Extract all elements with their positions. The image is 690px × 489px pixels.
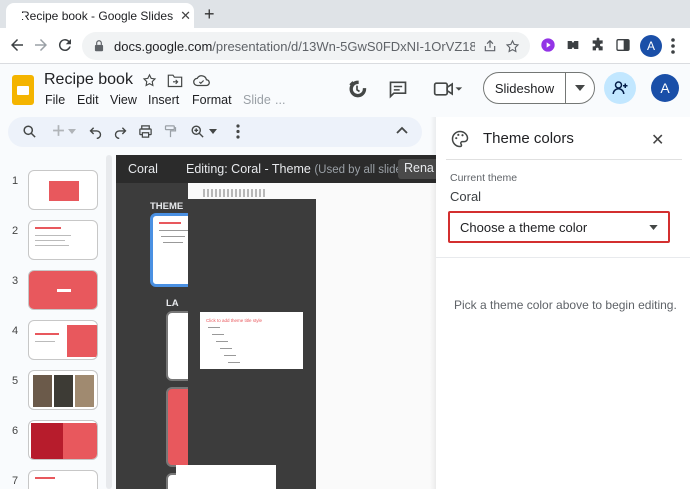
panel-title: Theme colors bbox=[483, 130, 574, 147]
slide-thumbnail-6[interactable] bbox=[28, 420, 98, 460]
side-panel-icon[interactable] bbox=[615, 37, 631, 53]
reload-icon[interactable] bbox=[56, 36, 74, 54]
slides-header: Recipe book File Edit View Insert Format… bbox=[0, 65, 690, 111]
puzzle-extensions-icon[interactable] bbox=[590, 37, 606, 53]
search-menus-icon[interactable] bbox=[22, 124, 37, 139]
menu-insert[interactable]: Insert bbox=[148, 93, 179, 107]
master-slide-preview[interactable]: Click to add theme title style bbox=[200, 312, 303, 369]
redo-icon[interactable] bbox=[113, 124, 128, 139]
editing-title: Editing: Coral - Theme bbox=[186, 162, 311, 176]
new-slide-icon[interactable] bbox=[52, 124, 65, 137]
slideshow-label[interactable]: Slideshow bbox=[484, 73, 566, 103]
current-theme-label: Current theme bbox=[450, 172, 518, 184]
close-panel-icon[interactable]: ✕ bbox=[651, 130, 664, 150]
used-by-label: (Used by all slides) bbox=[314, 164, 412, 176]
dropdown-arrow-icon bbox=[649, 224, 658, 230]
slide-number: 3 bbox=[12, 275, 19, 287]
version-history-icon[interactable] bbox=[347, 79, 367, 99]
add-person-icon bbox=[612, 81, 628, 95]
close-tab-icon[interactable]: ✕ bbox=[180, 8, 191, 24]
menu-slide[interactable]: Slide bbox=[243, 93, 271, 107]
slides-logo-icon[interactable] bbox=[12, 75, 34, 105]
bookmark-star-icon[interactable] bbox=[505, 39, 520, 54]
current-theme-value: Coral bbox=[450, 189, 482, 204]
filmstrip-scrollbar[interactable] bbox=[106, 155, 112, 489]
print-icon[interactable] bbox=[138, 124, 153, 139]
theme-color-select-value: Choose a theme color bbox=[460, 219, 588, 235]
layouts-section-label: LA bbox=[166, 298, 179, 309]
collapse-menus-icon[interactable] bbox=[396, 126, 408, 134]
browser-toolbar: docs.google.com/presentation/d/13Wn-5GwS… bbox=[0, 28, 690, 64]
document-title[interactable]: Recipe book bbox=[44, 71, 133, 89]
url-text: docs.google.com/presentation/d/13Wn-5GwS… bbox=[114, 39, 475, 54]
menu-more[interactable]: ... bbox=[275, 93, 285, 107]
slideshow-button[interactable]: Slideshow bbox=[483, 72, 595, 104]
slideshow-dropdown-icon[interactable] bbox=[566, 73, 594, 103]
menu-format[interactable]: Format bbox=[192, 93, 232, 107]
slide-thumbnail-4[interactable] bbox=[28, 320, 98, 360]
user-avatar[interactable]: A bbox=[651, 74, 679, 102]
browser-menu-icon[interactable] bbox=[670, 37, 676, 55]
menu-file[interactable]: File bbox=[45, 93, 65, 107]
tab-title: Recipe book - Google Slides bbox=[21, 8, 174, 23]
theme-builder-header: Coral Editing: Coral - Theme (Used by al… bbox=[116, 155, 436, 183]
share-button[interactable] bbox=[604, 72, 636, 104]
extension-purple-icon[interactable] bbox=[540, 37, 556, 53]
panel-divider-2 bbox=[436, 257, 690, 258]
paint-format-icon[interactable] bbox=[163, 124, 178, 139]
new-tab-button[interactable]: + bbox=[204, 4, 215, 25]
url-host: docs.google.com bbox=[114, 38, 213, 54]
theme-section-label: THEME bbox=[150, 201, 184, 212]
menu-edit[interactable]: Edit bbox=[77, 93, 99, 107]
editing-toolbar bbox=[8, 117, 422, 147]
slide-thumbnail-3[interactable] bbox=[28, 270, 98, 310]
browser-profile-avatar[interactable]: A bbox=[640, 35, 662, 57]
star-icon[interactable] bbox=[142, 73, 157, 88]
slide-thumbnail-1[interactable] bbox=[28, 170, 98, 210]
share-page-icon[interactable] bbox=[483, 39, 497, 53]
browser-tab-bar: Recipe book - Google Slides ✕ + bbox=[0, 0, 690, 28]
forward-arrow-icon[interactable] bbox=[32, 36, 50, 54]
slide-thumbnail-2[interactable] bbox=[28, 220, 98, 260]
zoom-dropdown-icon[interactable] bbox=[209, 129, 217, 134]
cloud-saved-icon[interactable] bbox=[193, 73, 210, 88]
meet-camera-icon[interactable] bbox=[432, 79, 464, 99]
comments-icon[interactable] bbox=[388, 79, 408, 99]
slide-number: 1 bbox=[12, 175, 19, 187]
more-options-icon[interactable] bbox=[236, 124, 240, 139]
site-info-icon[interactable] bbox=[92, 39, 106, 53]
slide-number: 6 bbox=[12, 425, 19, 437]
url-path: /presentation/d/13Wn-5GwS0FDxNI-1OrVZ18G… bbox=[212, 38, 475, 54]
overlay-edge bbox=[276, 465, 316, 489]
theme-builder: Coral Editing: Coral - Theme (Used by al… bbox=[116, 155, 436, 489]
undo-icon[interactable] bbox=[88, 124, 103, 139]
menu-view[interactable]: View bbox=[110, 93, 137, 107]
theme-colors-panel: Theme colors ✕ Current theme Coral Choos… bbox=[436, 117, 690, 489]
extension-icon[interactable] bbox=[565, 37, 581, 53]
slide-number: 2 bbox=[12, 225, 19, 237]
new-slide-dropdown-icon[interactable] bbox=[68, 129, 76, 134]
theme-color-select[interactable]: Choose a theme color bbox=[448, 211, 670, 243]
browser-tab[interactable]: Recipe book - Google Slides ✕ bbox=[6, 3, 194, 28]
panel-hint-text: Pick a theme color above to begin editin… bbox=[454, 298, 677, 312]
ruler-ticks bbox=[203, 189, 265, 197]
zoom-icon[interactable] bbox=[190, 124, 205, 139]
slide-number: 5 bbox=[12, 375, 19, 387]
theme-name: Coral bbox=[128, 162, 158, 176]
back-arrow-icon[interactable] bbox=[8, 36, 26, 54]
panel-divider bbox=[446, 159, 682, 160]
slide-filmstrip: 1 2 3 4 5 6 7 bbox=[0, 155, 116, 489]
layout-preview-strip bbox=[176, 465, 276, 489]
move-folder-icon[interactable] bbox=[167, 73, 183, 88]
editing-label: Editing: Coral - Theme (Used by all slid… bbox=[186, 162, 411, 176]
slide-number: 7 bbox=[12, 475, 19, 487]
slide-thumbnail-7[interactable] bbox=[28, 470, 98, 489]
slide-thumbnail-5[interactable] bbox=[28, 370, 98, 410]
palette-icon bbox=[450, 129, 470, 149]
address-bar[interactable]: docs.google.com/presentation/d/13Wn-5GwS… bbox=[82, 32, 530, 60]
master-title-placeholder: Click to add theme title style bbox=[206, 318, 263, 323]
slide-number: 4 bbox=[12, 325, 19, 337]
